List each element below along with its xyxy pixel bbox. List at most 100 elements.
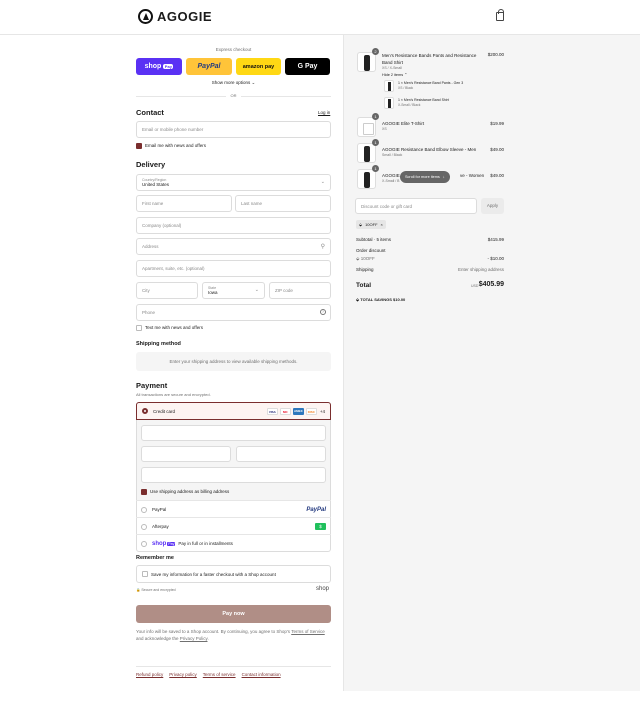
footer-links: Refund policy Privacy policy Terms of se…: [136, 672, 281, 677]
consent-text: Your info will be saved to a Shop accoun…: [136, 628, 331, 642]
shopping-bag-icon[interactable]: [496, 9, 504, 21]
address-field[interactable]: Address ⚲: [136, 238, 331, 255]
privacy-link[interactable]: Privacy Policy: [180, 636, 208, 641]
show-more-options[interactable]: Show more options ⌄: [136, 80, 331, 86]
refund-policy-link[interactable]: Refund policy: [136, 672, 163, 677]
zip-field[interactable]: ZIP code: [269, 282, 331, 299]
consent-text-part: Your info will be saved to a Shop accoun…: [136, 629, 292, 634]
save-info-checkbox[interactable]: Save my information for a faster checkou…: [136, 565, 331, 583]
email-field[interactable]: Email or mobile phone number: [136, 121, 331, 138]
apartment-field[interactable]: Apartment, suite, etc. (optional): [136, 260, 331, 277]
savings-value: $10.00: [393, 297, 406, 302]
brand-name: AGOGIE: [157, 9, 213, 24]
bundle-item-variant: X-Small / Black: [398, 103, 421, 107]
cart-item-title: AGOGIE Elite T-Shirt: [382, 121, 425, 126]
order-summary-panel: [343, 35, 640, 691]
city-field[interactable]: City: [136, 282, 198, 299]
chevron-down-icon: ⌄: [320, 179, 325, 185]
order-discount-label: Order discount: [356, 248, 386, 253]
secure-encrypted: 🔒 Secure and encrypted: [136, 588, 176, 592]
shipping-label: Shipping: [356, 267, 374, 272]
brand-logo[interactable]: AGOGIE: [138, 9, 212, 24]
visa-icon: VISA: [266, 407, 278, 415]
total-savings: ⬙ TOTAL SAVINGS $10.00: [356, 297, 405, 302]
card-expiry-field[interactable]: [141, 446, 231, 462]
phone-field[interactable]: Phone ?: [136, 304, 331, 321]
card-cvv-field[interactable]: [236, 446, 326, 462]
tag-icon: ⬙: [356, 256, 360, 261]
credit-card-option[interactable]: Credit card VISA MC AMEX DISC +4: [136, 402, 331, 420]
shop-pay-logo: shop: [144, 63, 162, 70]
cart-item-variant: X-Small / B: [382, 179, 400, 183]
checkbox-empty-icon: [142, 571, 148, 577]
discount-code-field[interactable]: Discount code or gift card: [355, 198, 477, 214]
savings-label: TOTAL SAVINGS: [360, 297, 392, 302]
shop-pay-badge: Pay: [167, 541, 176, 546]
text-news-checkbox[interactable]: Text me with news and offers: [136, 325, 203, 331]
shipping-method-heading: Shipping method: [136, 341, 181, 347]
afterpay-label: Afterpay: [152, 524, 169, 529]
product-thumbnail: [357, 117, 376, 137]
remember-me-heading: Remember me: [136, 555, 174, 561]
express-checkout-label: Express checkout: [215, 47, 252, 52]
scroll-more-label: Scroll for more items: [405, 175, 440, 179]
product-thumbnail: [357, 169, 376, 189]
cart-item-price: $49.00: [490, 147, 504, 152]
afterpay-option[interactable]: Afterpay $: [136, 517, 331, 535]
discover-icon: DISC: [305, 407, 317, 415]
checkbox-checked-icon: [136, 143, 142, 149]
email-news-checkbox[interactable]: Email me with news and offers: [136, 143, 206, 149]
shop-pay-button[interactable]: shop Pay: [136, 58, 182, 75]
first-name-field[interactable]: First name: [136, 195, 232, 212]
company-field[interactable]: Company (optional): [136, 217, 331, 234]
text-news-label: Text me with news and offers: [145, 325, 203, 331]
bundle-item-thumbnail: [384, 97, 394, 109]
mastercard-icon: MC: [279, 407, 291, 415]
card-number-field[interactable]: [141, 425, 326, 441]
hide-items-toggle[interactable]: Hide 2 items ⌃: [382, 72, 407, 77]
paypal-button[interactable]: PayPal: [186, 58, 232, 75]
credit-card-label: Credit card: [153, 408, 176, 414]
consent-text-part: and acknowledge the: [136, 636, 180, 641]
cart-item-price: $49.00: [490, 173, 504, 178]
applied-discount-code: ⬙ 10OFF: [356, 256, 375, 262]
consent-text-part: .: [207, 636, 209, 641]
chevron-down-icon: ⌄: [251, 80, 256, 85]
card-name-field[interactable]: [141, 467, 326, 483]
contact-information-link[interactable]: Contact information: [242, 672, 281, 677]
close-icon[interactable]: ×: [381, 222, 383, 227]
billing-same-checkbox[interactable]: Use shipping address as billing address: [141, 489, 229, 495]
google-pay-button[interactable]: G Pay: [285, 58, 330, 75]
amazon-pay-button[interactable]: amazon pay: [236, 58, 281, 75]
paypal-label: PayPal: [152, 507, 167, 512]
terms-link[interactable]: Terms of Service: [291, 629, 325, 634]
secure-note: All transactions are secure and encrypte…: [136, 392, 211, 397]
cart-item-variant: XS: [382, 127, 387, 131]
currency-code: USD: [471, 284, 479, 288]
country-select[interactable]: Country/Region United States ⌄: [136, 174, 331, 191]
state-select[interactable]: State Iowa ⌄: [202, 282, 265, 299]
login-link[interactable]: Log in: [318, 110, 330, 115]
cart-item-price: $200.00: [487, 52, 504, 57]
help-icon[interactable]: ?: [320, 309, 326, 315]
more-cards-count: +4: [319, 408, 325, 414]
checkbox-checked-icon: [141, 489, 147, 495]
bundle-item-variant: XS / Black: [398, 86, 414, 90]
logo-icon: [138, 9, 153, 24]
total-label: Total: [356, 282, 372, 289]
apply-button[interactable]: Apply: [481, 198, 504, 214]
privacy-policy-link[interactable]: Privacy policy: [169, 672, 197, 677]
radio-selected-icon: [142, 408, 148, 414]
last-name-field[interactable]: Last name: [235, 195, 331, 212]
cart-item-title: AGOGIE Resistance Band Elbow Sleeve - Me…: [382, 147, 477, 152]
total-value: $405.99: [478, 281, 504, 288]
header: AGOGIE: [0, 0, 640, 35]
cart-item-title-tail: ve - Women: [460, 173, 485, 178]
save-info-label: Save my information for a faster checkou…: [151, 571, 276, 577]
product-thumbnail: [357, 143, 376, 163]
paypal-option[interactable]: PayPal PayPal: [136, 500, 331, 518]
pay-now-button[interactable]: Pay now: [136, 605, 331, 623]
terms-of-service-link[interactable]: Terms of service: [203, 672, 236, 677]
shop-pay-installments-option[interactable]: shop Pay Pay in full or in installments: [136, 534, 331, 552]
scroll-more-pill[interactable]: Scroll for more items ↓: [400, 171, 450, 183]
